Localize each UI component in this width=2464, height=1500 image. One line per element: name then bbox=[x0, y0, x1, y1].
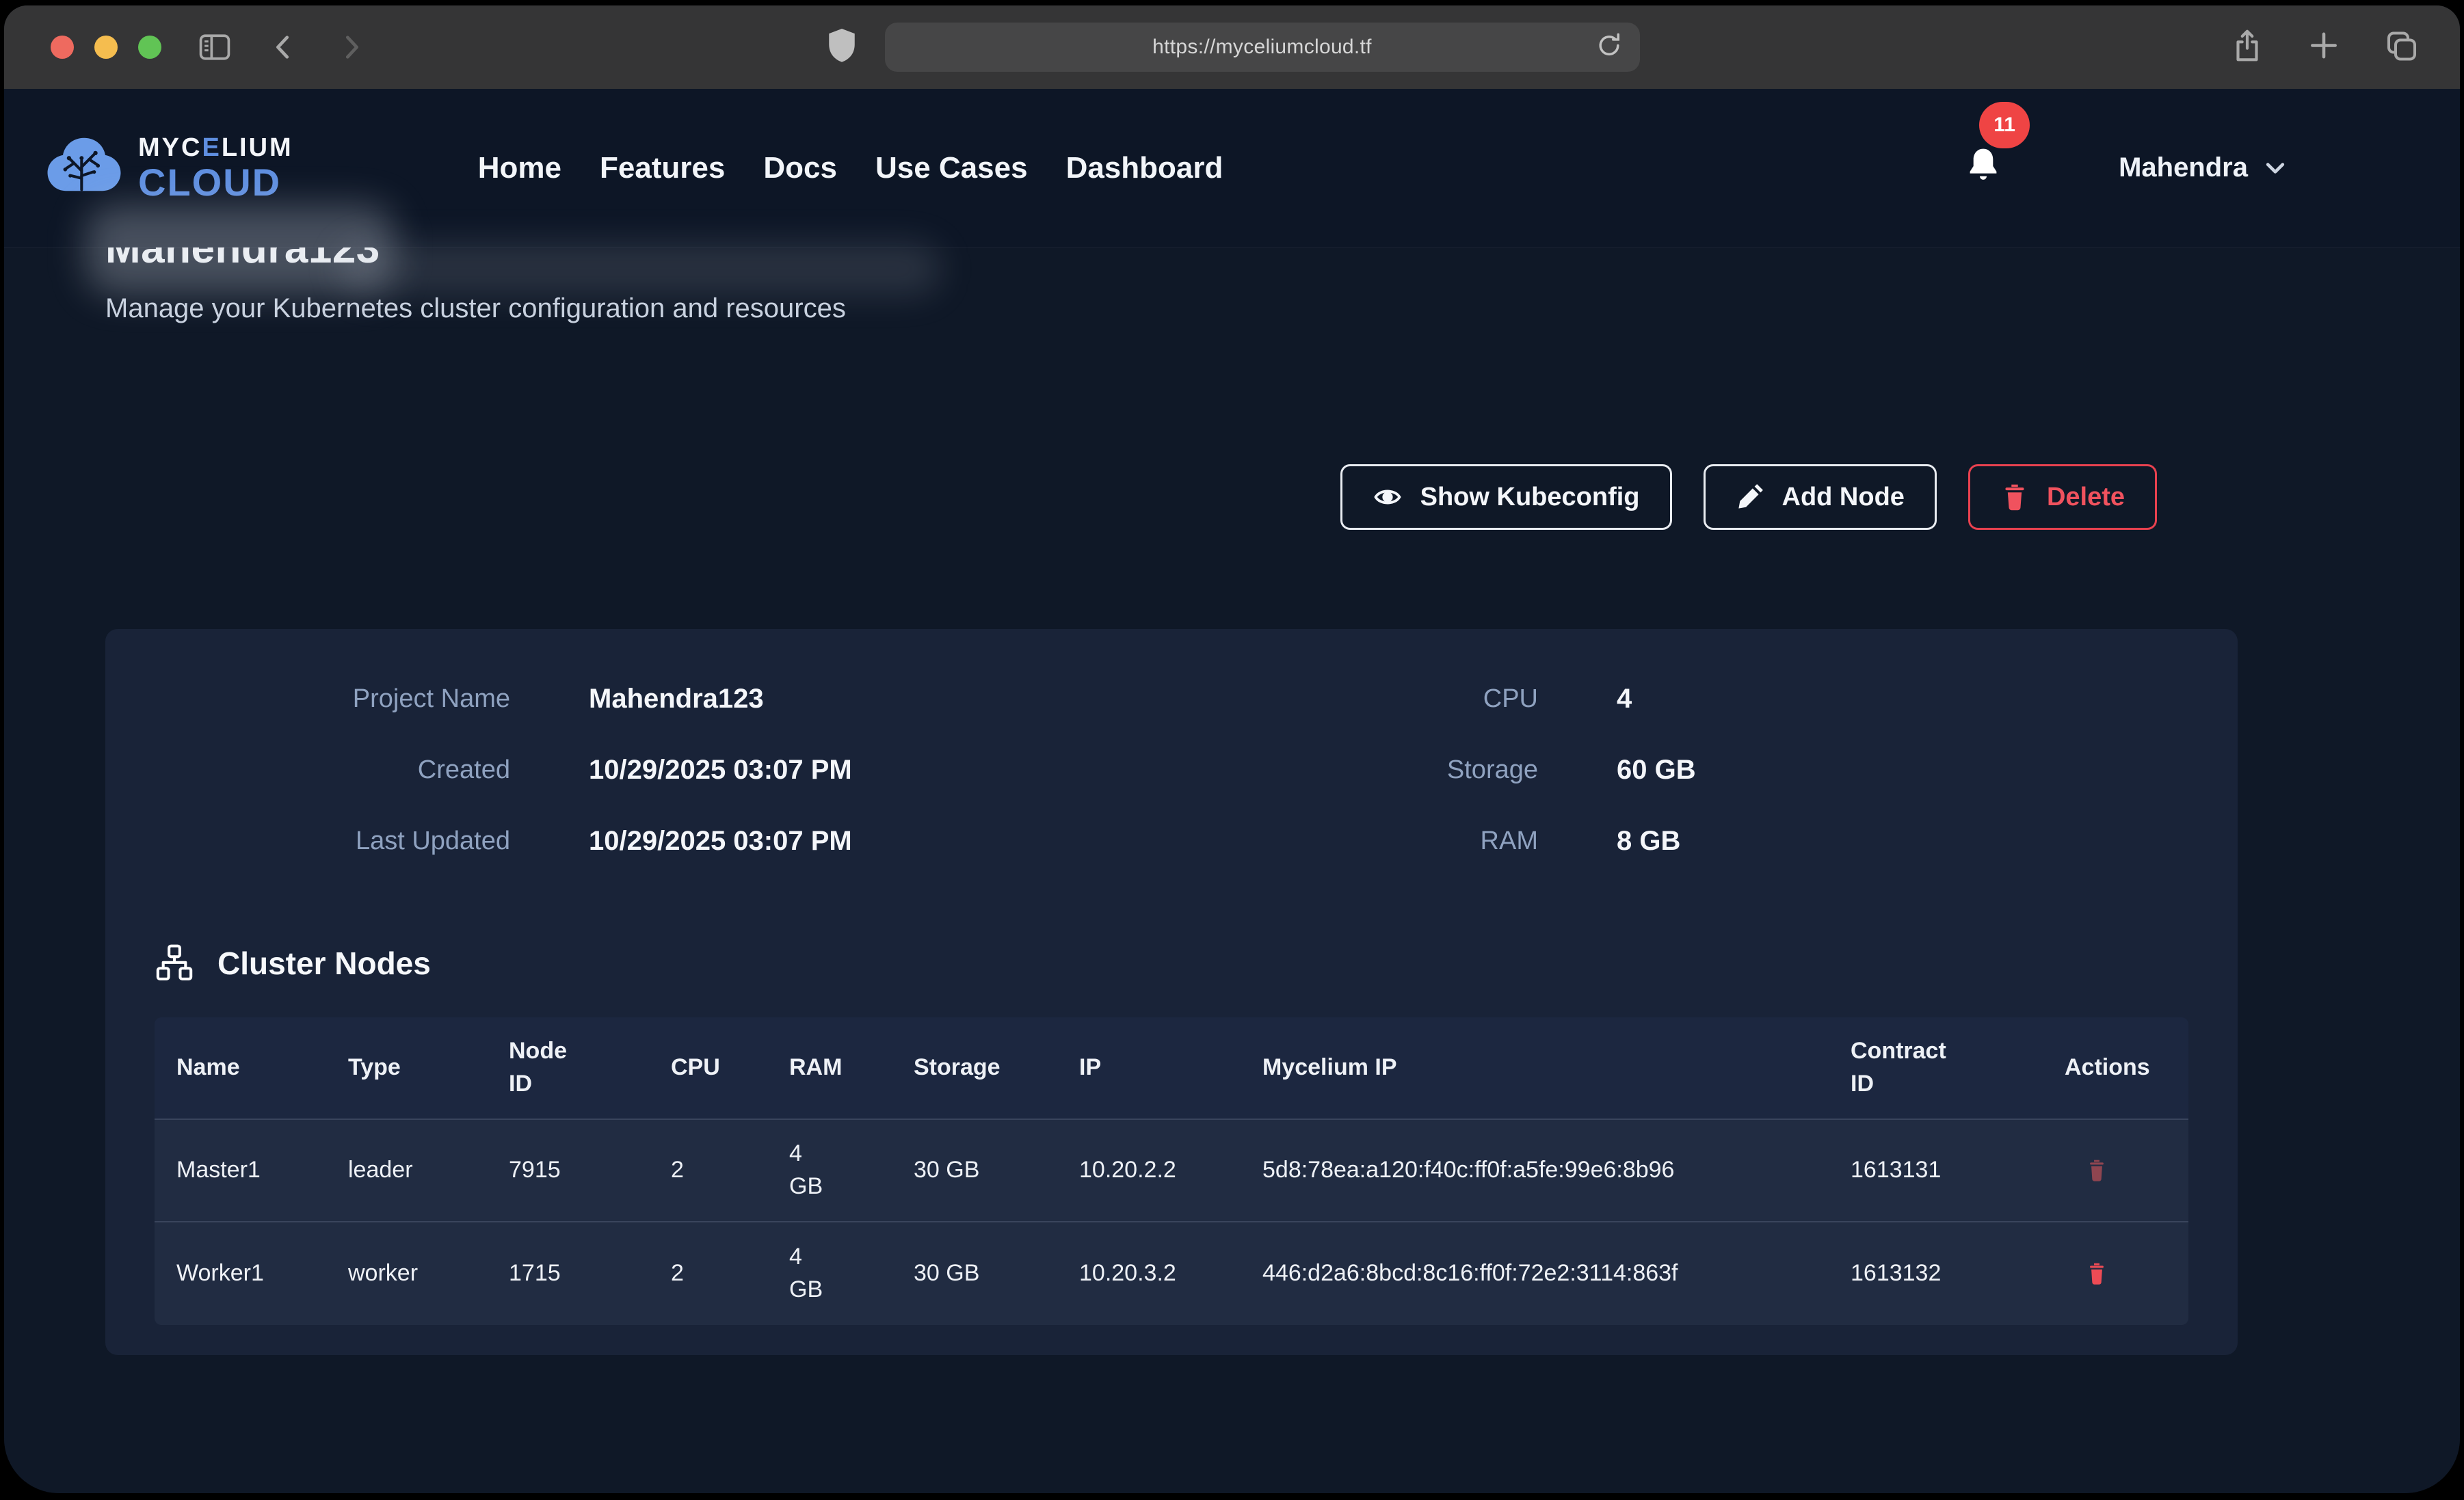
back-icon[interactable] bbox=[268, 31, 300, 63]
close-window-button[interactable] bbox=[51, 36, 74, 59]
url-text: https://myceliumcloud.tf bbox=[1152, 36, 1372, 59]
new-tab-icon[interactable] bbox=[2307, 29, 2341, 66]
node-ip: 10.20.2.2 bbox=[1057, 1154, 1241, 1187]
node-type: leader bbox=[326, 1154, 487, 1187]
user-menu[interactable]: Mahendra bbox=[2119, 152, 2288, 183]
node-ram: 4 GB bbox=[767, 1138, 892, 1203]
page-content: Mahendra123 Manage your Kubernetes clust… bbox=[4, 247, 2460, 1493]
col-node-id: Node ID bbox=[487, 1035, 649, 1100]
col-type: Type bbox=[326, 1052, 487, 1084]
project-name-value: Mahendra123 bbox=[589, 684, 1109, 714]
network-nodes-icon bbox=[155, 943, 194, 983]
desktop-background: https://myceliumcloud.tf bbox=[0, 0, 2464, 1500]
eye-icon bbox=[1373, 482, 1403, 512]
user-name: Mahendra bbox=[2119, 152, 2248, 183]
col-ram: RAM bbox=[767, 1052, 892, 1084]
table-row: Worker1 worker 1715 2 4 GB 30 GB 10.20.3… bbox=[155, 1222, 2188, 1325]
node-storage: 30 GB bbox=[892, 1154, 1057, 1187]
project-details: Project Name Mahendra123 Created 10/29/2… bbox=[155, 663, 2188, 876]
trash-icon bbox=[2000, 482, 2029, 512]
cpu-value: 4 bbox=[1617, 684, 1972, 714]
tabs-overview-icon[interactable] bbox=[2383, 28, 2419, 67]
browser-titlebar: https://myceliumcloud.tf bbox=[4, 5, 2460, 89]
col-actions: Actions bbox=[2043, 1052, 2188, 1084]
zoom-window-button[interactable] bbox=[138, 36, 161, 59]
node-id: 1715 bbox=[487, 1257, 649, 1290]
created-label: Created bbox=[155, 755, 510, 785]
add-node-button[interactable]: Add Node bbox=[1704, 464, 1937, 530]
trash-icon bbox=[2085, 1261, 2108, 1287]
address-bar[interactable]: https://myceliumcloud.tf bbox=[885, 23, 1640, 72]
nav-item-docs[interactable]: Docs bbox=[763, 151, 837, 185]
node-actions bbox=[2043, 1261, 2188, 1287]
created-value: 10/29/2025 03:07 PM bbox=[589, 755, 1109, 786]
shield-privacy-icon[interactable] bbox=[825, 27, 859, 68]
delete-cluster-button[interactable]: Delete bbox=[1968, 464, 2157, 530]
col-cpu: CPU bbox=[649, 1052, 767, 1084]
traffic-lights bbox=[51, 36, 161, 59]
nav-item-home[interactable]: Home bbox=[478, 151, 561, 185]
node-ip: 10.20.3.2 bbox=[1057, 1257, 1241, 1290]
page-subtitle: Manage your Kubernetes cluster configura… bbox=[105, 293, 2238, 324]
project-name-label: Project Name bbox=[155, 684, 510, 714]
stylized-e-glyph: E bbox=[202, 133, 221, 162]
reload-icon[interactable] bbox=[1595, 31, 1624, 64]
storage-label: Storage bbox=[1306, 755, 1538, 785]
table-row: Master1 leader 7915 2 4 GB 30 GB 10.20.2… bbox=[155, 1120, 2188, 1222]
cluster-nodes-header: Cluster Nodes bbox=[155, 943, 2188, 983]
share-icon[interactable] bbox=[2230, 27, 2264, 68]
node-name: Worker1 bbox=[155, 1257, 326, 1290]
cluster-details-card: Project Name Mahendra123 Created 10/29/2… bbox=[105, 629, 2238, 1355]
show-kubeconfig-button[interactable]: Show Kubeconfig bbox=[1340, 464, 1672, 530]
node-ram: 4 GB bbox=[767, 1241, 892, 1306]
col-ip: IP bbox=[1057, 1052, 1241, 1084]
site-navbar: MYCELIUM CLOUD Home Features Docs Use Ca… bbox=[4, 89, 2460, 247]
notifications-button[interactable]: 11 bbox=[1964, 146, 2002, 190]
node-name: Master1 bbox=[155, 1154, 326, 1187]
trash-icon bbox=[2085, 1157, 2108, 1183]
col-contract-id: Contract ID bbox=[1829, 1035, 2043, 1100]
node-storage: 30 GB bbox=[892, 1257, 1057, 1290]
delete-node-button[interactable] bbox=[2085, 1157, 2108, 1183]
nav-item-features[interactable]: Features bbox=[600, 151, 725, 185]
last-updated-value: 10/29/2025 03:07 PM bbox=[589, 826, 1109, 857]
node-mycelium-ip: 446:d2a6:8bcd:8c16:ff0f:72e2:3114:863f bbox=[1241, 1257, 1829, 1290]
nav-item-dashboard[interactable]: Dashboard bbox=[1066, 151, 1223, 185]
col-mycelium-ip: Mycelium IP bbox=[1241, 1052, 1829, 1084]
node-cpu: 2 bbox=[649, 1257, 767, 1290]
cluster-nodes-title: Cluster Nodes bbox=[217, 945, 431, 982]
brand-wordmark: MYCELIUM CLOUD bbox=[138, 135, 293, 202]
minimize-window-button[interactable] bbox=[94, 36, 118, 59]
node-id: 7915 bbox=[487, 1154, 649, 1187]
ram-value: 8 GB bbox=[1617, 826, 1972, 857]
node-contract-id: 1613131 bbox=[1829, 1154, 2043, 1187]
ram-label: RAM bbox=[1306, 827, 1538, 856]
browser-window: https://myceliumcloud.tf bbox=[4, 5, 2460, 1493]
col-storage: Storage bbox=[892, 1052, 1057, 1084]
nav-item-use-cases[interactable]: Use Cases bbox=[875, 151, 1028, 185]
storage-value: 60 GB bbox=[1617, 755, 1972, 786]
sidebar-toggle-icon[interactable] bbox=[197, 29, 233, 65]
node-mycelium-ip: 5d8:78ea:a120:f40c:ff0f:a5fe:99e6:8b96 bbox=[1241, 1153, 1829, 1187]
forward-icon[interactable] bbox=[335, 31, 367, 63]
chevron-down-icon bbox=[2263, 156, 2288, 180]
cluster-nodes-table: Name Type Node ID CPU RAM Storage IP Myc… bbox=[155, 1017, 2188, 1325]
notification-badge: 11 bbox=[1979, 102, 2030, 148]
cpu-label: CPU bbox=[1306, 684, 1538, 714]
mycelium-cloud-logo-icon bbox=[44, 133, 124, 204]
cluster-actions: Show Kubeconfig Add Node Delete bbox=[105, 464, 2238, 530]
node-cpu: 2 bbox=[649, 1154, 767, 1187]
pencil-icon bbox=[1736, 483, 1764, 511]
bell-icon bbox=[1964, 146, 2002, 187]
table-header-row: Name Type Node ID CPU RAM Storage IP Myc… bbox=[155, 1017, 2188, 1120]
delete-node-button[interactable] bbox=[2085, 1261, 2108, 1287]
col-name: Name bbox=[155, 1052, 326, 1084]
nav-menu: Home Features Docs Use Cases Dashboard bbox=[478, 151, 1223, 185]
node-contract-id: 1613132 bbox=[1829, 1257, 2043, 1290]
node-actions bbox=[2043, 1157, 2188, 1183]
node-type: worker bbox=[326, 1257, 487, 1290]
last-updated-label: Last Updated bbox=[155, 827, 510, 856]
brand-logo[interactable]: MYCELIUM CLOUD bbox=[44, 133, 293, 204]
